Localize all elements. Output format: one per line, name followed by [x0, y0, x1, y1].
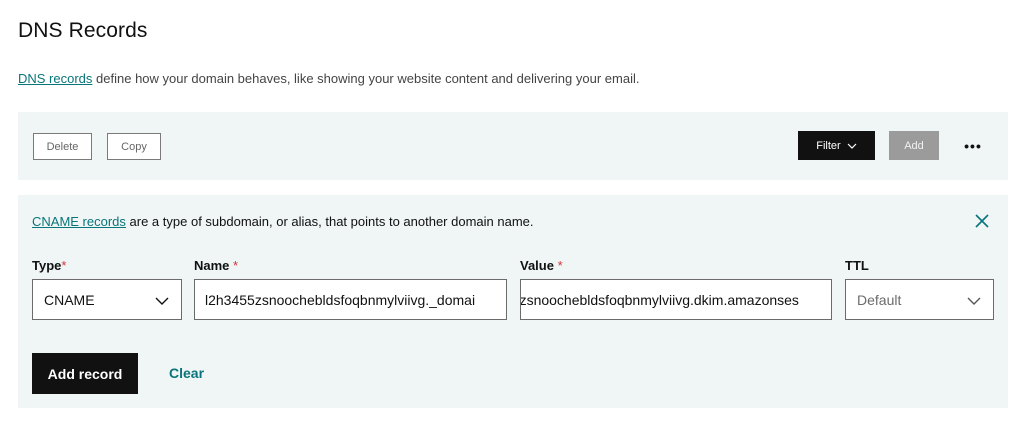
records-toolbar: Delete Copy Filter Add ••• — [18, 112, 1008, 180]
copy-button[interactable]: Copy — [107, 133, 161, 160]
ttl-select[interactable]: Default — [845, 279, 994, 320]
required-marker: * — [233, 258, 239, 273]
required-marker: * — [61, 258, 67, 273]
value-label: Value * — [520, 258, 563, 273]
cname-records-link[interactable]: CNAME records — [32, 214, 126, 229]
more-options-icon[interactable]: ••• — [958, 131, 988, 160]
cname-info: CNAME records are a type of subdomain, o… — [32, 214, 534, 229]
chevron-down-icon — [967, 297, 981, 305]
intro-text: DNS records define how your domain behav… — [18, 71, 639, 86]
required-marker: * — [557, 258, 563, 273]
type-label: Type* — [32, 258, 67, 273]
chevron-down-icon — [847, 143, 857, 149]
dns-records-link[interactable]: DNS records — [18, 71, 92, 86]
filter-label: Filter — [816, 139, 841, 152]
value-input[interactable]: 55zsnoochebldsfoqbnmylviivg.dkim.amazons… — [520, 279, 832, 320]
name-label: Name * — [194, 258, 239, 273]
chevron-down-icon — [155, 297, 169, 305]
name-input[interactable]: l2h3455zsnoocheb​ldsfoqbnmylviivg._domai — [194, 279, 507, 320]
close-icon[interactable] — [973, 212, 991, 230]
filter-button[interactable]: Filter — [798, 131, 875, 160]
type-value: CNAME — [44, 291, 95, 308]
ttl-label: TTL — [845, 258, 869, 273]
delete-button[interactable]: Delete — [33, 133, 92, 160]
add-record-panel: CNAME records are a type of subdomain, o… — [18, 195, 1008, 408]
name-value: l2h3455zsnoocheb​ldsfoqbnmylviivg._domai — [205, 291, 476, 308]
type-select[interactable]: CNAME — [32, 279, 182, 320]
page-title: DNS Records — [18, 19, 148, 42]
add-button[interactable]: Add — [889, 131, 939, 160]
intro-description: define how your domain behaves, like sho… — [92, 71, 640, 86]
add-record-button[interactable]: Add record — [32, 353, 138, 394]
value-value: 55zsnoochebldsfoqbnmylviivg.dkim.amazons… — [520, 291, 799, 308]
cname-info-text: are a type of subdomain, or alias, that … — [125, 214, 534, 229]
clear-button[interactable]: Clear — [169, 365, 204, 381]
ttl-value: Default — [857, 291, 902, 308]
